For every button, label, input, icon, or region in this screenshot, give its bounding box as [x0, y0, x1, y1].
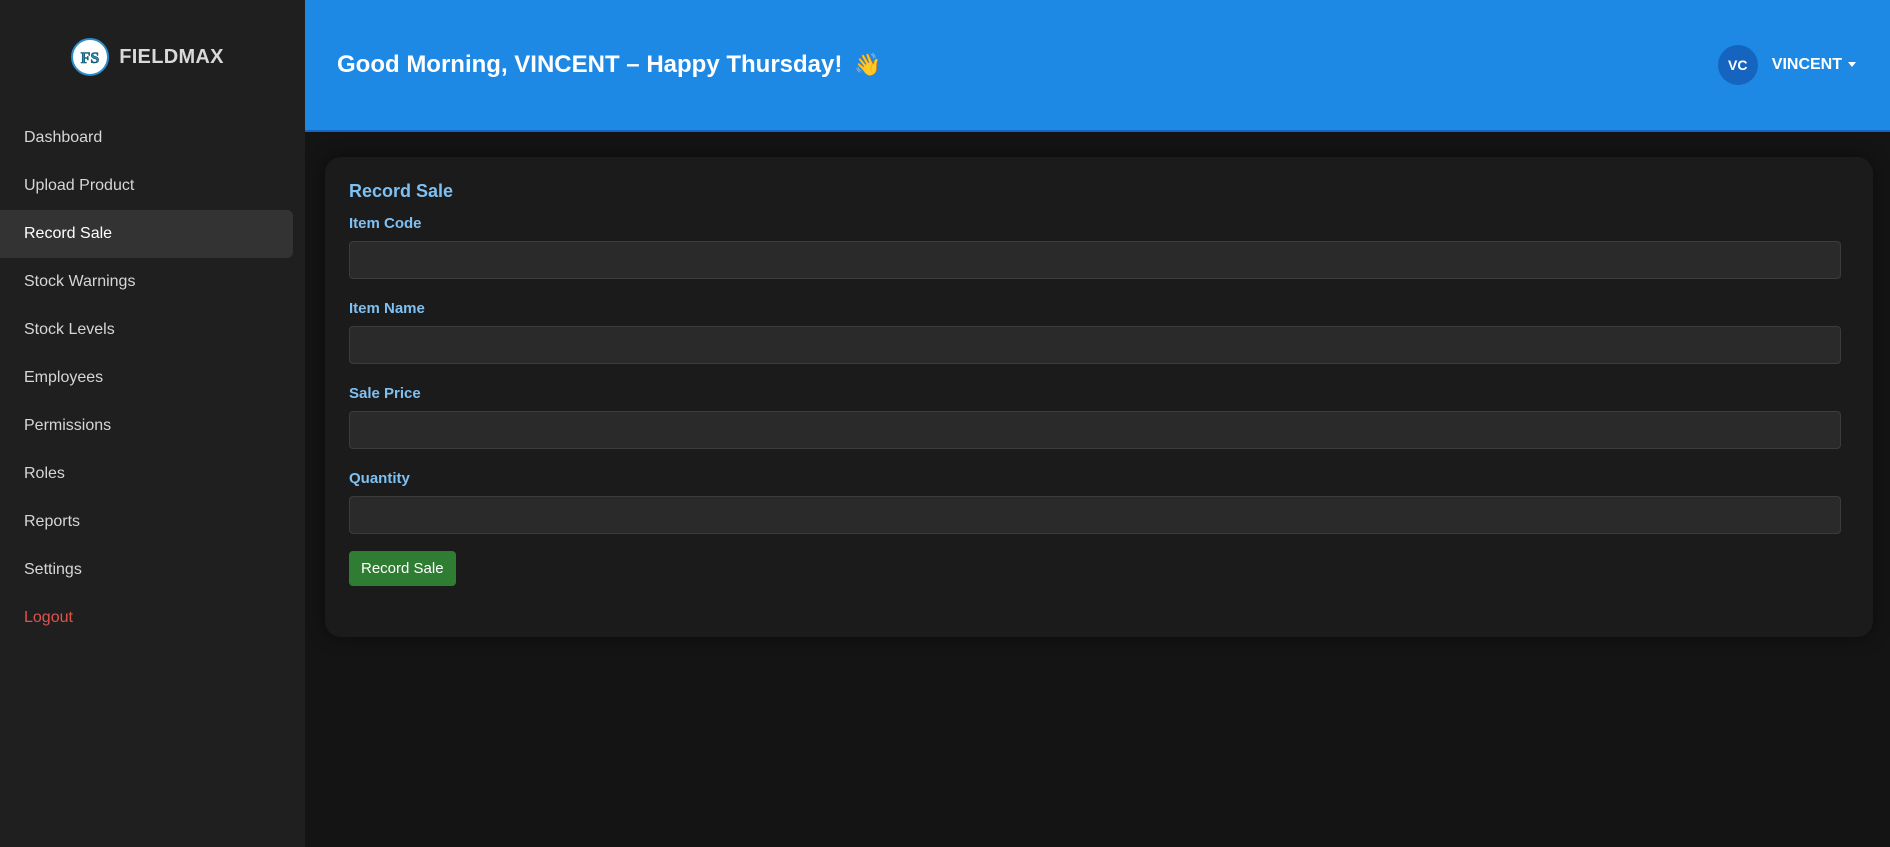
chevron-down-icon: [1848, 62, 1856, 68]
sale-price-field-group: Sale Price: [349, 385, 1853, 449]
main-content: Good Morning, VINCENT – Happy Thursday! …: [305, 0, 1890, 847]
item-name-field-group: Item Name: [349, 300, 1853, 364]
page-title: Record Sale: [349, 181, 454, 201]
item-code-field-group: Item Code: [349, 215, 1853, 279]
sidebar-item-roles[interactable]: Roles: [0, 450, 293, 498]
app-root: FS FIELDMAX Dashboard Upload Product Rec…: [0, 0, 1890, 847]
sidebar-item-reports[interactable]: Reports: [0, 498, 293, 546]
svg-text:FS: FS: [81, 50, 100, 67]
greeting-text: Good Morning, VINCENT – Happy Thursday!: [337, 51, 843, 78]
record-sale-card: Record Sale Item Code Item Name Sale Pri…: [325, 157, 1873, 637]
sidebar-item-permissions[interactable]: Permissions: [0, 402, 293, 450]
greeting: Good Morning, VINCENT – Happy Thursday! …: [337, 51, 882, 79]
sidebar-nav: Dashboard Upload Product Record Sale Sto…: [0, 114, 305, 642]
sidebar-item-employees[interactable]: Employees: [0, 354, 293, 402]
item-name-label: Item Name: [349, 300, 425, 317]
sale-price-label: Sale Price: [349, 385, 421, 402]
quantity-field-group: Quantity: [349, 470, 1853, 534]
quantity-label: Quantity: [349, 470, 410, 487]
quantity-input[interactable]: [349, 496, 1841, 534]
sidebar-item-record-sale[interactable]: Record Sale: [0, 210, 293, 258]
fieldmax-logo-icon: FS: [71, 38, 110, 76]
sale-price-input[interactable]: [349, 411, 1841, 449]
sidebar-item-logout[interactable]: Logout: [0, 594, 293, 642]
sidebar-item-settings[interactable]: Settings: [0, 546, 293, 594]
username[interactable]: VINCENT: [1772, 56, 1856, 74]
sidebar-item-upload-product[interactable]: Upload Product: [0, 162, 293, 210]
item-code-label: Item Code: [349, 215, 422, 232]
brand-name: FIELDMAX: [119, 45, 224, 68]
sidebar-item-stock-levels[interactable]: Stock Levels: [0, 306, 293, 354]
sidebar-item-dashboard[interactable]: Dashboard: [0, 114, 293, 162]
item-name-input[interactable]: [349, 326, 1841, 364]
waving-hand-icon: 👋: [854, 52, 882, 77]
user-menu[interactable]: VC VINCENT: [1717, 45, 1856, 85]
item-code-input[interactable]: [349, 241, 1841, 279]
sidebar: FS FIELDMAX Dashboard Upload Product Rec…: [0, 0, 305, 847]
sidebar-item-stock-warnings[interactable]: Stock Warnings: [0, 258, 293, 306]
avatar[interactable]: VC: [1717, 45, 1758, 85]
brand[interactable]: FS FIELDMAX: [0, 0, 305, 114]
username-text: VINCENT: [1771, 56, 1842, 73]
record-sale-button[interactable]: Record Sale: [349, 551, 456, 586]
top-header: Good Morning, VINCENT – Happy Thursday! …: [305, 0, 1890, 132]
